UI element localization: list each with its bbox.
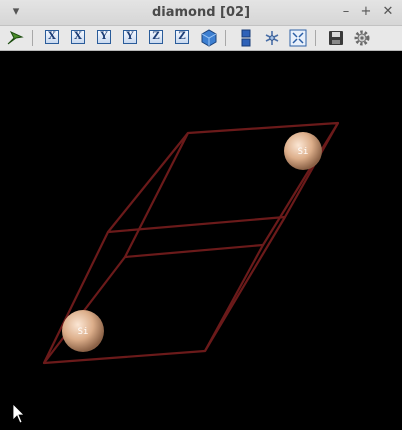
title-bar[interactable]: ▾ diamond [02] – + ✕ [0,0,402,26]
rotate-icon[interactable] [262,28,282,48]
maximize-button[interactable]: + [358,4,374,20]
minimize-button[interactable]: – [338,4,354,20]
si-atom[interactable]: Si [284,132,322,170]
atom-label: Si [78,327,89,337]
close-button[interactable]: ✕ [380,4,396,20]
app-window: ▾ diamond [02] – + ✕ X X Y Y Z Z Si Si [0,0,402,425]
fit-screen-icon[interactable] [288,28,308,48]
toolbar-separator [315,30,316,46]
view-along-neg-x-button[interactable]: X [71,30,85,44]
save-icon[interactable] [326,28,346,48]
view-along-z-button[interactable]: Z [149,30,163,44]
view-along-neg-z-button[interactable]: Z [175,30,189,44]
pointer-icon[interactable] [5,28,25,48]
si-atom[interactable]: Si [62,310,104,352]
toolbar-separator [32,30,33,46]
atom-label: Si [298,147,309,157]
3d-viewport[interactable]: Si Si [0,51,402,425]
cube-icon[interactable] [199,28,219,48]
view-along-x-button[interactable]: X [45,30,59,44]
layers-icon[interactable] [236,28,256,48]
mouse-cursor [12,403,25,424]
toolbar-separator [225,30,226,46]
view-along-y-button[interactable]: Y [97,30,111,44]
view-along-neg-y-button[interactable]: Y [123,30,137,44]
settings-icon[interactable] [352,28,372,48]
toolbar: X X Y Y Z Z [0,26,402,51]
